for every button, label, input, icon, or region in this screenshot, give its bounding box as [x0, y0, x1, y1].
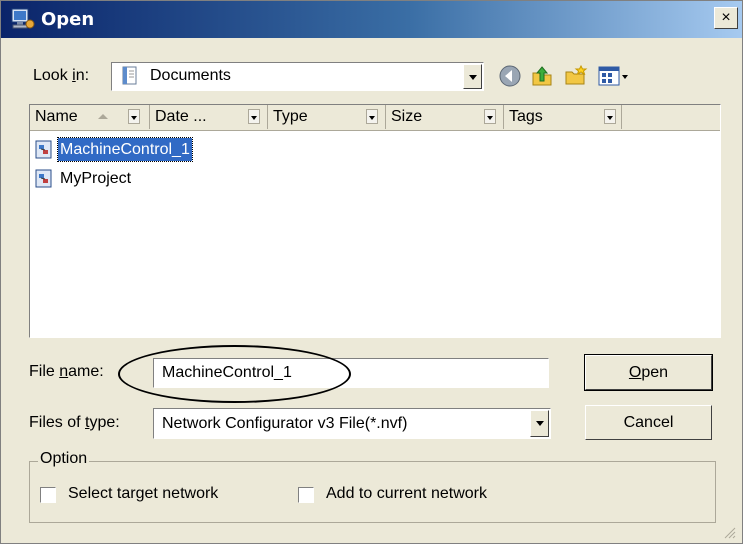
- file-list[interactable]: Name Date ... Type Size Tags MachineCont…: [29, 104, 721, 338]
- column-header-name[interactable]: Name: [30, 105, 150, 129]
- close-button[interactable]: ×: [714, 7, 738, 29]
- title-bar[interactable]: Open ×: [1, 1, 742, 38]
- add-to-current-network-checkbox[interactable]: [298, 487, 314, 503]
- documents-folder-icon: [122, 66, 137, 85]
- file-name-input[interactable]: MachineControl_1: [153, 358, 549, 388]
- select-target-network-checkbox[interactable]: [40, 487, 56, 503]
- look-in-dropdown-button[interactable]: [463, 64, 482, 89]
- column-header-size[interactable]: Size: [386, 105, 504, 129]
- sort-ascending-icon: [98, 114, 108, 119]
- column-date-label: Date ...: [155, 108, 207, 125]
- column-header-type[interactable]: Type: [268, 105, 386, 129]
- file-type-select[interactable]: Network Configurator v3 File(*.nvf): [153, 408, 551, 439]
- look-in-label: Look in:: [33, 67, 90, 84]
- column-type-label: Type: [273, 108, 308, 125]
- file-type-dropdown-button[interactable]: [530, 410, 549, 437]
- column-size-label: Size: [391, 108, 423, 125]
- column-name-label: Name: [35, 108, 78, 125]
- close-icon: ×: [721, 9, 731, 26]
- up-folder-icon[interactable]: [529, 63, 555, 89]
- column-header-date[interactable]: Date ...: [150, 105, 268, 129]
- views-menu-icon[interactable]: [597, 63, 631, 89]
- open-button[interactable]: Open: [584, 354, 713, 391]
- add-to-current-network-label: Add to current network: [326, 485, 487, 502]
- network-file-icon: [35, 140, 52, 159]
- look-in-combo[interactable]: Documents: [111, 62, 484, 91]
- new-folder-icon[interactable]: [563, 63, 589, 89]
- column-tags-dropdown[interactable]: [604, 109, 616, 124]
- resize-grip-icon[interactable]: [722, 525, 736, 539]
- option-legend: Option: [38, 450, 90, 468]
- select-target-network-label: Select target network: [68, 485, 219, 502]
- file-type-label: Files of type:: [29, 414, 120, 431]
- column-name-dropdown[interactable]: [128, 109, 140, 124]
- look-in-value: Documents: [150, 67, 231, 84]
- column-tags-label: Tags: [509, 108, 543, 125]
- network-file-icon: [35, 169, 52, 188]
- dialog-title: Open: [41, 9, 95, 30]
- file-name: MyProject: [60, 170, 132, 187]
- column-size-dropdown[interactable]: [484, 109, 496, 124]
- column-date-dropdown[interactable]: [248, 109, 260, 124]
- file-name-label: File name:: [29, 363, 104, 380]
- list-header: Name Date ... Type Size Tags: [30, 105, 720, 131]
- file-type-value: Network Configurator v3 File(*.nvf): [162, 415, 408, 432]
- network-configurator-icon: [11, 8, 35, 29]
- column-type-dropdown[interactable]: [366, 109, 378, 124]
- option-group: Option Select target network Add to curr…: [29, 450, 716, 523]
- column-header-tags[interactable]: Tags: [504, 105, 622, 129]
- back-icon[interactable]: [497, 63, 523, 89]
- cancel-button[interactable]: Cancel: [585, 405, 712, 440]
- open-dialog: Open × Look in: Documents Name Date ... …: [0, 0, 743, 544]
- file-name: MachineControl_1: [57, 137, 193, 162]
